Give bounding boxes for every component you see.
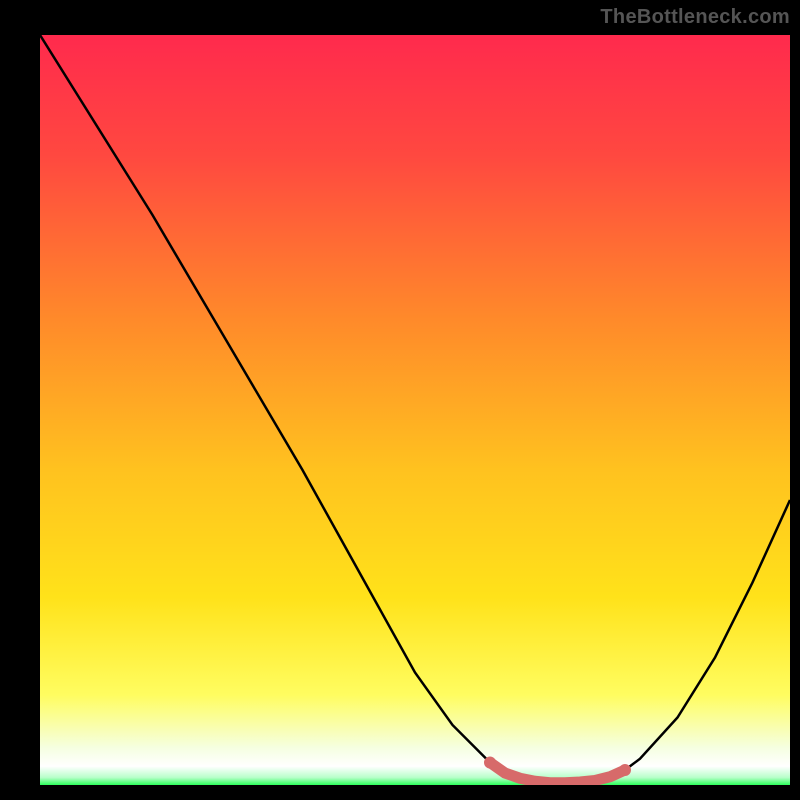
chart-container: TheBottleneck.com bbox=[0, 0, 800, 800]
optimal-zone-start-dot bbox=[484, 757, 496, 769]
chart-svg bbox=[40, 35, 790, 785]
watermark-text: TheBottleneck.com bbox=[600, 6, 790, 29]
optimal-zone-end-dot bbox=[619, 764, 631, 776]
plot-area bbox=[40, 35, 790, 785]
